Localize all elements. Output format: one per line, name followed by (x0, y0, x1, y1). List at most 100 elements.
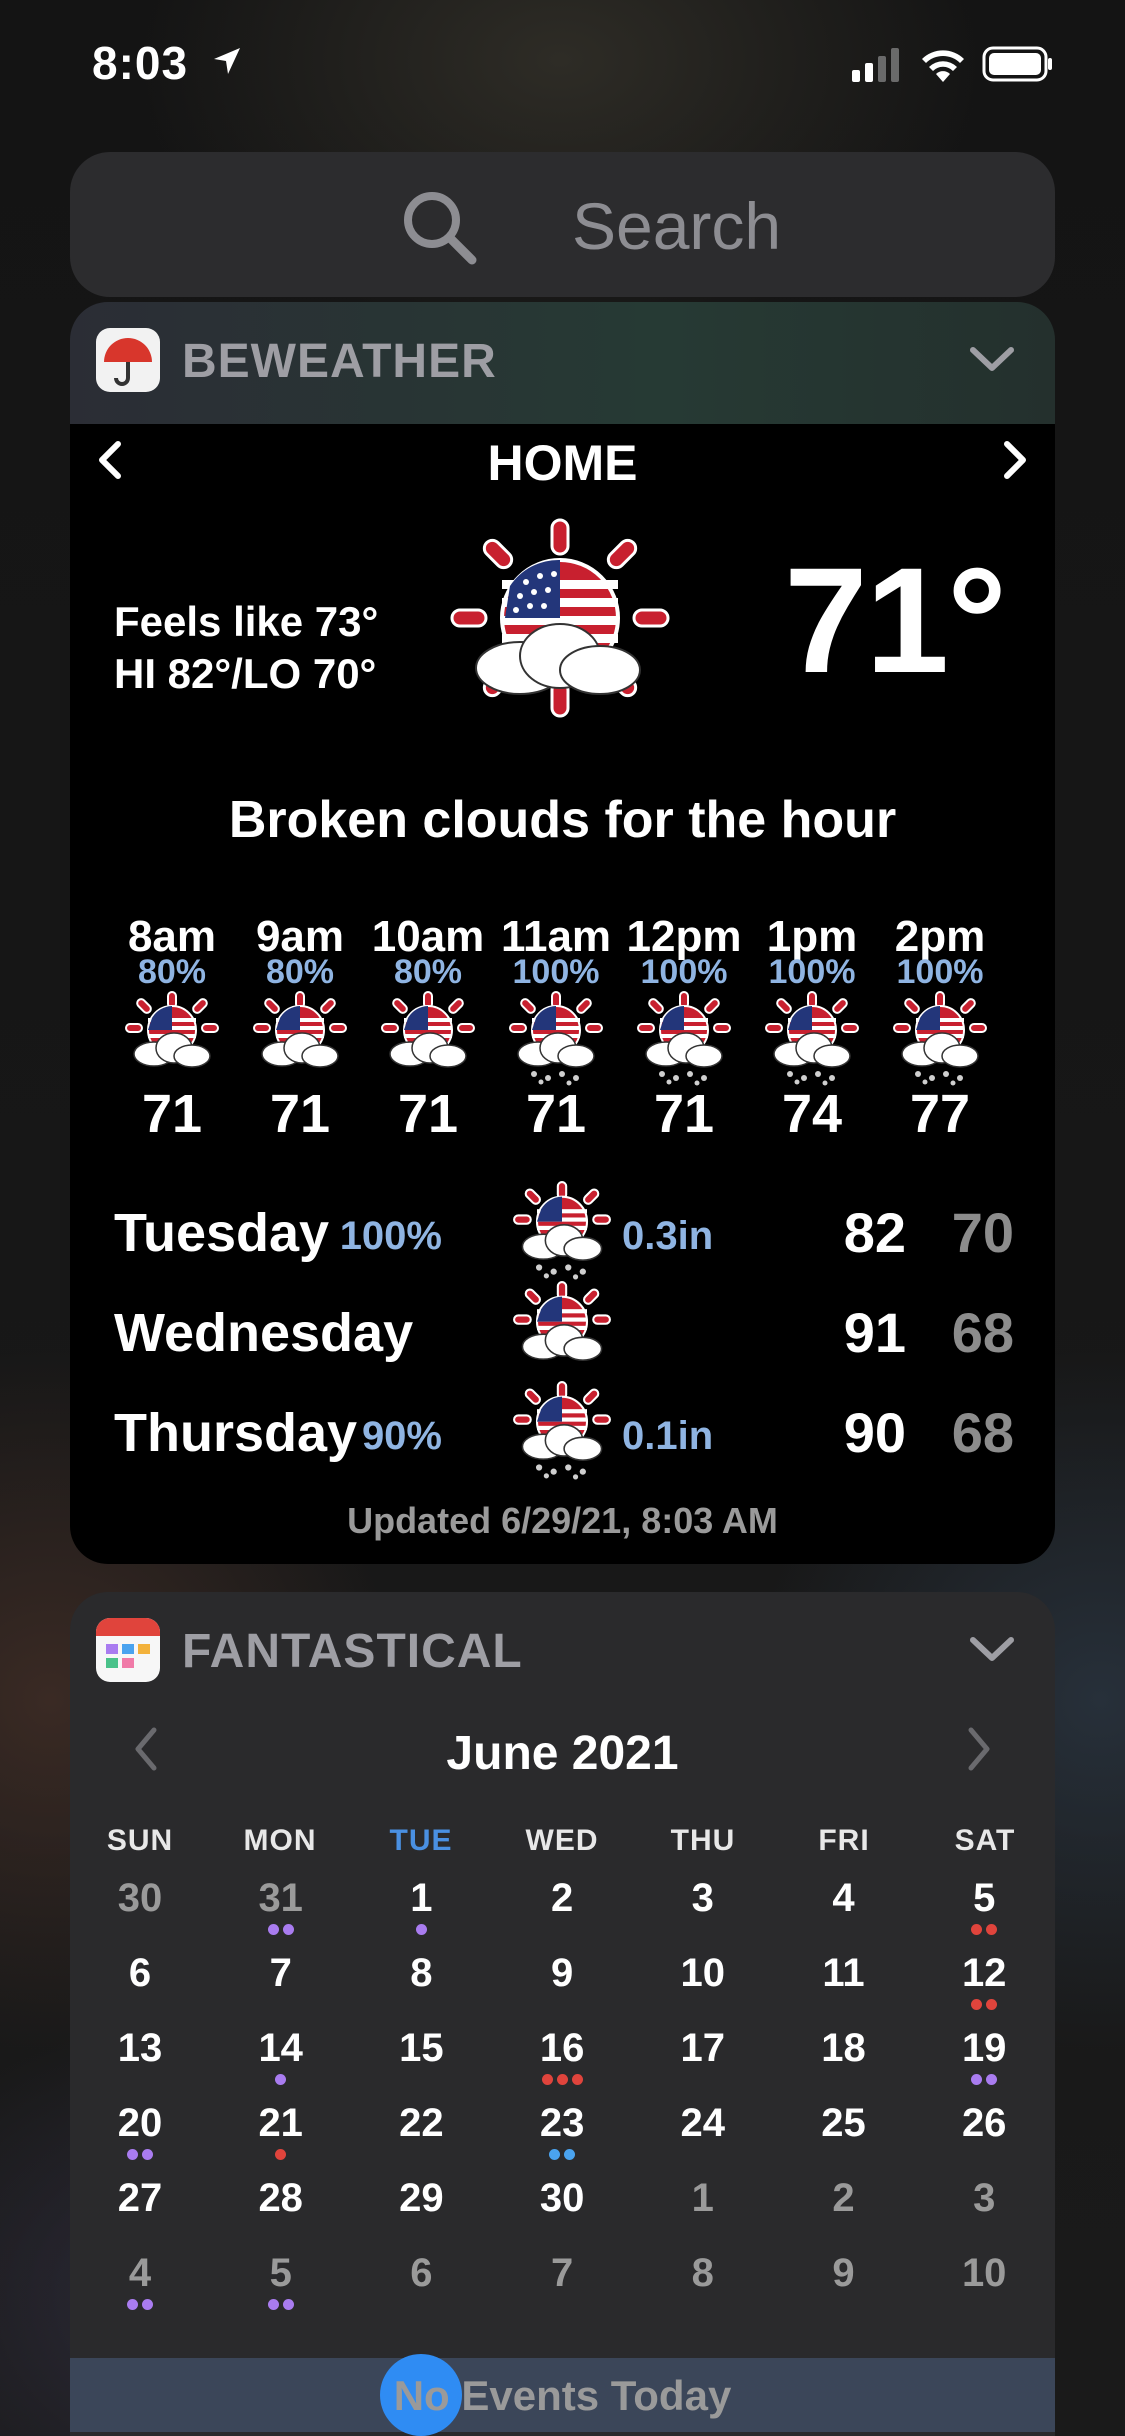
month-title[interactable]: June 2021 (70, 1726, 1055, 1781)
hour-temp: 77 (909, 1084, 971, 1144)
event-dots (914, 1924, 1054, 1938)
calendar-day[interactable]: 21 (211, 2097, 351, 2172)
calendar-day[interactable]: 4 (774, 1872, 914, 1947)
calendar-day-number: 31 (258, 1876, 303, 1920)
event-dots (492, 2224, 632, 2238)
next-month-icon[interactable] (965, 1724, 995, 1774)
hi-lo-text: HI 82°/LO 70° (114, 650, 377, 697)
calendar-day[interactable]: 11 (774, 1947, 914, 2022)
hour-precip: 80% (137, 953, 207, 991)
calendar-day[interactable]: 18 (774, 2022, 914, 2097)
calendar-day-number: 28 (258, 2176, 303, 2220)
calendar-day[interactable]: 24 (633, 2097, 773, 2172)
calendar-day[interactable]: 17 (633, 2022, 773, 2097)
cellular-signal-icon (852, 48, 899, 82)
event-dots (70, 2074, 210, 2088)
day-high: 91 (843, 1301, 906, 1364)
calendar-day[interactable]: 6 (70, 1947, 210, 2022)
calendar-day-number: 23 (539, 2101, 585, 2145)
calendar-day[interactable]: 14 (211, 2022, 351, 2097)
calendar-day-number: 26 (961, 2101, 1007, 2145)
calendar-day[interactable]: 19 (914, 2022, 1054, 2097)
event-dot (986, 1999, 998, 2010)
calendar-day[interactable]: 29 (351, 2172, 491, 2247)
day-high: 90 (843, 1401, 906, 1464)
flag-sun-rain-icon (636, 990, 732, 1086)
chevron-down-icon[interactable] (969, 1634, 1015, 1664)
calendar-day[interactable]: 9 (774, 2247, 914, 2322)
next-location-icon[interactable] (997, 438, 1033, 482)
day-rain-amount: 0.3in (622, 1214, 714, 1258)
event-dots (914, 2074, 1054, 2088)
calendar-day[interactable]: 30 (492, 2172, 632, 2247)
fantastical-widget-header[interactable]: FANTASTICAL (70, 1592, 1055, 1714)
calendar-day[interactable]: 3 (914, 2172, 1054, 2247)
calendar-day[interactable]: 8 (633, 2247, 773, 2322)
calendar-day-number: 18 (821, 2026, 866, 2070)
current-temperature: 71° (784, 536, 1007, 704)
event-dot (275, 2074, 287, 2085)
calendar-day[interactable]: 15 (351, 2022, 491, 2097)
hour-precip: 100% (896, 953, 984, 991)
calendar-day[interactable]: 8 (351, 1947, 491, 2022)
calendar-day[interactable]: 2 (774, 2172, 914, 2247)
calendar-day[interactable]: 16 (492, 2022, 632, 2097)
calendar-day[interactable]: 26 (914, 2097, 1054, 2172)
flag-sun-cloud-icon (253, 991, 347, 1068)
flag-sun-cloud-icon (381, 991, 475, 1068)
calendar-day[interactable]: 5 (914, 1872, 1054, 1947)
calendar-day[interactable]: 10 (914, 2247, 1054, 2322)
calendar-day[interactable]: 13 (70, 2022, 210, 2097)
chevron-down-icon[interactable] (969, 344, 1015, 374)
event-dots (211, 1999, 351, 2013)
weekday-header: SUN (106, 1824, 174, 1857)
hour-temp: 71 (397, 1084, 459, 1144)
calendar-day[interactable]: 4 (70, 2247, 210, 2322)
calendar-day[interactable]: 20 (70, 2097, 210, 2172)
calendar-day[interactable]: 25 (774, 2097, 914, 2172)
flag-sun-rain-icon (764, 990, 860, 1086)
calendar-day[interactable]: 5 (211, 2247, 351, 2322)
location-arrow-icon (214, 48, 240, 74)
calendar-day-number: 6 (410, 2251, 433, 2295)
calendar-day[interactable]: 6 (351, 2247, 491, 2322)
calendar-day[interactable]: 23 (492, 2097, 632, 2172)
calendar-day[interactable]: 3 (633, 1872, 773, 1947)
event-dots (351, 2224, 491, 2238)
calendar-day-number: 24 (680, 2101, 726, 2145)
calendar-day[interactable]: 30 (70, 1872, 210, 1947)
search-bar[interactable]: Search (70, 152, 1055, 297)
calendar-day[interactable]: 28 (211, 2172, 351, 2247)
calendar-day[interactable]: 27 (70, 2172, 210, 2247)
calendar-day[interactable]: 22 (351, 2097, 491, 2172)
flag-sun-rain-icon (508, 990, 604, 1086)
calendar-day[interactable]: 1 (633, 2172, 773, 2247)
calendar-day[interactable]: 9 (492, 1947, 632, 2022)
day-low: 68 (951, 1301, 1014, 1364)
beweather-widget: HOME Feels like 73° HI 82°/LO 70° 71° Br… (70, 424, 1055, 1564)
calendar-day[interactable]: 31 (211, 1872, 351, 1947)
calendar-day[interactable]: 2 (492, 1872, 632, 1947)
calendar-day-number: 16 (539, 2026, 585, 2070)
calendar-day-number: 3 (973, 2176, 996, 2220)
calendar-day[interactable]: 7 (492, 2247, 632, 2322)
month-navigation: June 2021 (70, 1704, 1055, 1804)
day-name: Wednesday (114, 1303, 414, 1363)
calendar-day-number: 5 (973, 1876, 996, 1920)
event-dot (127, 2149, 138, 2160)
calendar-day[interactable]: 12 (914, 1947, 1054, 2022)
event-dot (556, 2074, 568, 2085)
event-dot (971, 1924, 983, 1935)
calendar-day[interactable]: 1 (351, 1872, 491, 1947)
event-dots (914, 2299, 1054, 2313)
beweather-widget-header[interactable]: BEWEATHER (70, 302, 1055, 424)
event-dots (70, 2224, 210, 2238)
fantastical-app-icon (96, 1618, 160, 1682)
calendar-day[interactable]: 10 (633, 1947, 773, 2022)
event-dots (351, 2074, 491, 2088)
hourly-item: 8am 80% 71 (102, 914, 242, 1144)
calendar-day[interactable]: 7 (211, 1947, 351, 2022)
day-precip: 90% (361, 1414, 442, 1458)
daily-row: Wednesday 91 68 (70, 1281, 1055, 1384)
event-dot (571, 2074, 583, 2085)
